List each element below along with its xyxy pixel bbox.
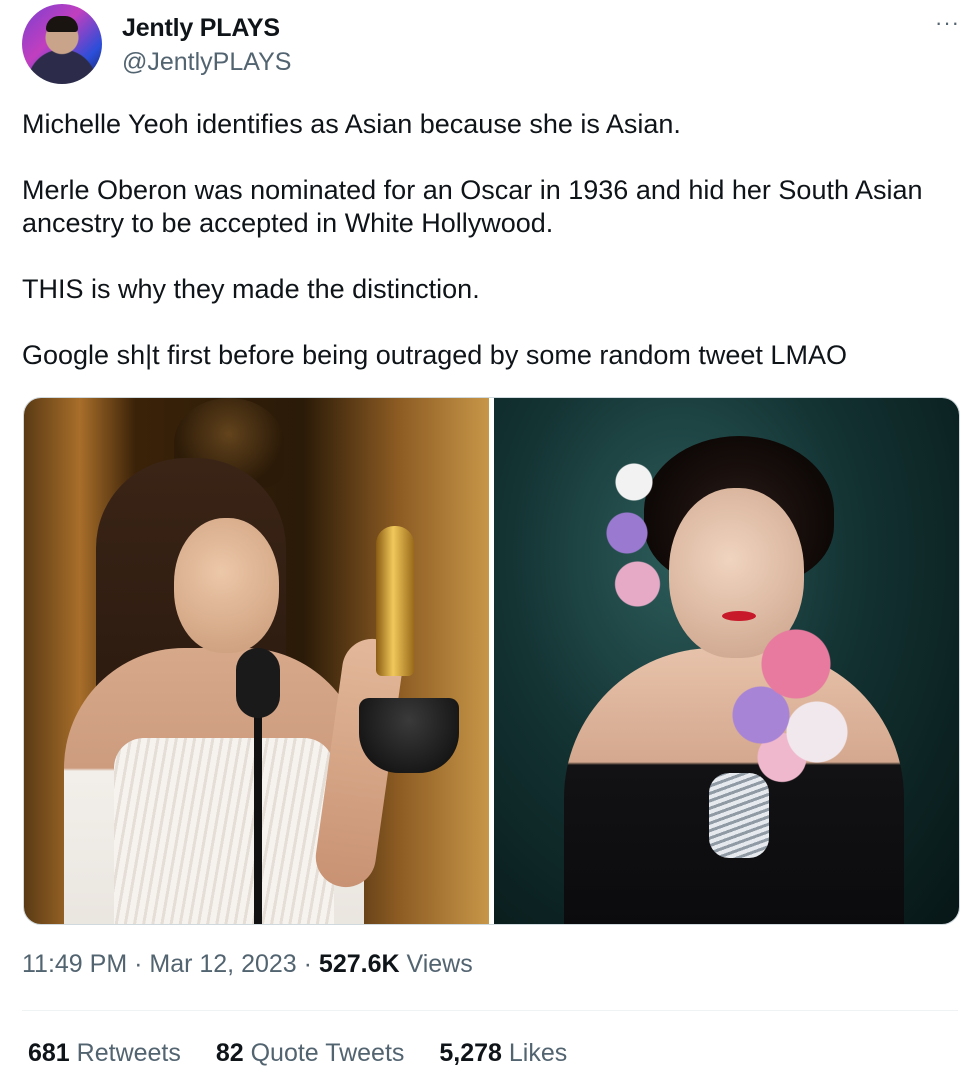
tweet-paragraph: THIS is why they made the distinction. [22, 274, 480, 304]
meta-separator: · [296, 950, 319, 978]
likes-count: 5,278 [439, 1039, 502, 1067]
tweet-header: Jently PLAYS @JentlyPLAYS ··· [22, 4, 962, 86]
quote-tweets-count: 82 [215, 1039, 244, 1067]
media-grid [23, 397, 960, 925]
photo-merle-oberon-flowers[interactable] [494, 398, 959, 924]
oscar-trophy-base [359, 698, 459, 773]
microphone [236, 648, 280, 718]
quote-tweets-label: Quote Tweets [243, 1039, 405, 1067]
user-handle[interactable]: @JentlyPLAYS [122, 48, 291, 77]
flower-bouquet [719, 613, 859, 783]
tweet-text: Michelle Yeoh identifies as Asian becaus… [22, 108, 942, 405]
face-shape [174, 518, 279, 653]
microphone-stand [254, 698, 262, 924]
tweet-paragraph: Michelle Yeoh identifies as Asian becaus… [22, 109, 681, 139]
display-name[interactable]: Jently PLAYS [122, 14, 280, 43]
tweet-paragraph: Google sh|t first before being outraged … [22, 340, 847, 370]
retweets-stat[interactable]: 681 Retweets [28, 1039, 181, 1068]
dress-shape [114, 738, 334, 924]
tweet-meta: 11:49 PM · Mar 12, 2023 · 527.6K Views [22, 950, 473, 979]
divider [22, 1010, 958, 1011]
retweets-count: 681 [28, 1039, 70, 1067]
views-count: 527.6K [318, 950, 400, 978]
photo-michelle-yeoh-oscar[interactable] [24, 398, 489, 924]
likes-stat[interactable]: 5,278 Likes [439, 1039, 567, 1068]
lips [722, 611, 756, 621]
quote-tweets-stat[interactable]: 82 Quote Tweets [216, 1039, 405, 1068]
avatar-hair [46, 16, 78, 32]
tweet-stats: 681 Retweets 82 Quote Tweets 5,278 Likes [28, 1039, 595, 1068]
tweet-time[interactable]: 11:49 PM [22, 950, 127, 978]
bracelet [709, 773, 769, 858]
hair-flowers [599, 448, 669, 618]
oscar-trophy [376, 526, 414, 676]
retweets-label: Retweets [69, 1039, 181, 1067]
avatar[interactable] [22, 4, 102, 84]
likes-label: Likes [501, 1039, 568, 1067]
meta-separator: · [127, 950, 150, 978]
tweet-paragraph: Merle Oberon was nominated for an Oscar … [22, 175, 931, 238]
more-options-icon[interactable]: ··· [935, 10, 960, 36]
views-label: Views [399, 950, 473, 978]
tweet-date[interactable]: Mar 12, 2023 [149, 950, 296, 978]
